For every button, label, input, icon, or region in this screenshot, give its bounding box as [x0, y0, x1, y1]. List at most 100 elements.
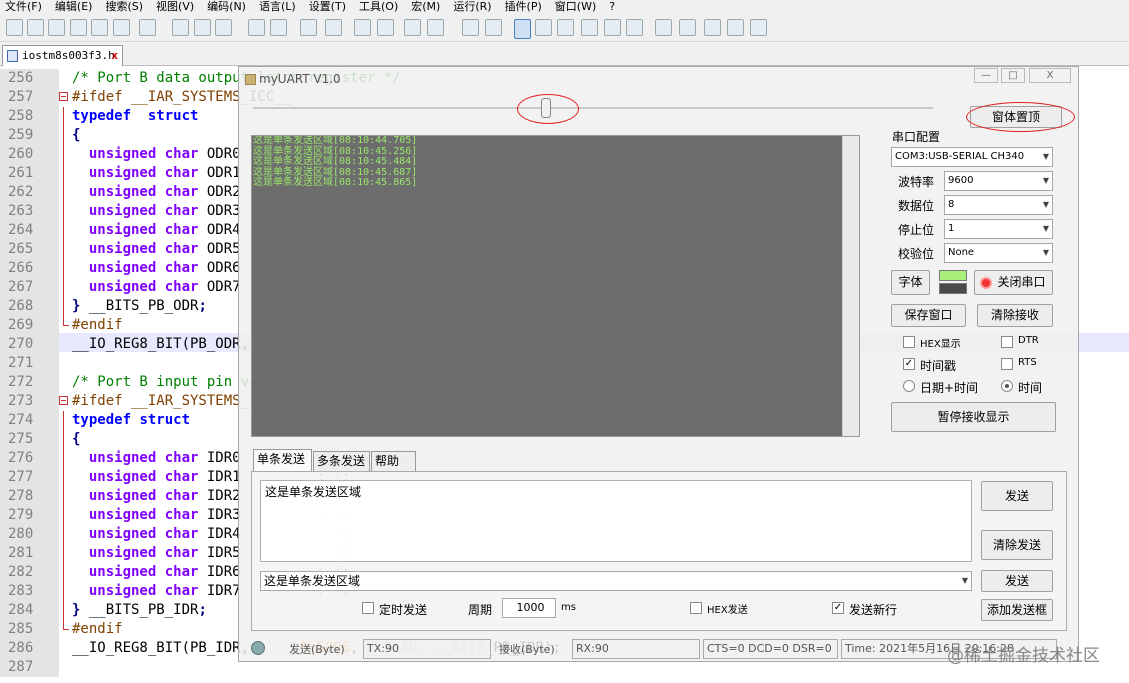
minimize-button[interactable]: —: [974, 68, 998, 83]
dtr-checkbox[interactable]: [1001, 336, 1013, 348]
send-textarea[interactable]: 这是单条发送区域: [260, 480, 972, 562]
menu-item-1[interactable]: 编辑(E): [55, 0, 93, 13]
toolbar-button-icon[interactable]: [514, 19, 531, 39]
menu-item-0[interactable]: 文件(F): [5, 0, 42, 13]
line-number: 269: [0, 316, 59, 335]
toolbar-button-icon[interactable]: [462, 19, 479, 36]
code-line[interactable]: typedef struct: [72, 411, 190, 430]
toolbar-button-icon[interactable]: [377, 19, 394, 36]
period-label: 周期: [468, 603, 493, 617]
time-radio[interactable]: [1001, 380, 1013, 392]
tab-help[interactable]: 帮助: [371, 451, 416, 471]
code-line[interactable]: #endif: [72, 620, 123, 639]
close-port-button[interactable]: 关闭串口: [974, 270, 1053, 295]
clear-send-button[interactable]: 清除发送: [981, 530, 1053, 560]
hex-display-checkbox[interactable]: [903, 336, 915, 348]
databits-select[interactable]: 8 ▼: [944, 195, 1053, 215]
code-line[interactable]: } __BITS_PB_IDR;: [72, 601, 207, 620]
menu-item-11[interactable]: 窗口(W): [555, 0, 596, 13]
code-line[interactable]: #endif: [72, 316, 123, 335]
toolbar-button-icon[interactable]: [581, 19, 598, 36]
background-color-swatch[interactable]: [939, 283, 967, 294]
toolbar-button-icon[interactable]: [139, 19, 156, 36]
toolbar-button-icon[interactable]: [48, 19, 65, 36]
font-button[interactable]: 字体: [891, 270, 930, 295]
menu-item-4[interactable]: 编码(N): [207, 0, 246, 13]
file-tab[interactable]: iostm8s003f3.h x: [2, 45, 123, 66]
clear-receive-button[interactable]: 清除接收: [977, 304, 1053, 327]
toolbar-button-icon[interactable]: [427, 19, 444, 36]
code-token: unsigned: [88, 488, 157, 504]
fold-margin: [59, 601, 70, 620]
baud-value: 9600: [948, 175, 974, 186]
send-newline-checkbox[interactable]: ✓: [832, 602, 844, 614]
toolbar-button-icon[interactable]: [626, 19, 643, 36]
toolbar-button-icon[interactable]: [604, 19, 621, 36]
toolbar-button-icon[interactable]: [679, 19, 696, 36]
timestamp-checkbox[interactable]: ✓: [903, 358, 915, 370]
toolbar-button-icon[interactable]: [172, 19, 189, 36]
toolbar-button-icon[interactable]: [404, 19, 421, 36]
toolbar-button-icon[interactable]: [113, 19, 130, 36]
send-history-select[interactable]: 这是单条发送区域 ▼: [260, 571, 972, 591]
add-send-frame-button[interactable]: 添加发送框: [981, 599, 1053, 621]
toolbar-button-icon[interactable]: [750, 19, 767, 36]
text-color-swatch[interactable]: [939, 270, 967, 281]
menu-item-7[interactable]: 工具(O): [359, 0, 398, 13]
toolbar-button-icon[interactable]: [557, 19, 574, 36]
menu-item-10[interactable]: 插件(P): [505, 0, 542, 13]
fold-toggle-icon[interactable]: [59, 396, 68, 405]
toolbar-button-icon[interactable]: [300, 19, 317, 36]
fold-toggle-icon[interactable]: [59, 92, 68, 101]
send-button[interactable]: 发送: [981, 481, 1053, 511]
toolbar-button-icon[interactable]: [270, 19, 287, 36]
menu-item-12[interactable]: ?: [609, 0, 615, 13]
period-input[interactable]: 1000: [502, 598, 556, 618]
restore-button[interactable]: □: [1001, 68, 1025, 83]
baud-select[interactable]: 9600 ▼: [944, 171, 1053, 191]
close-button[interactable]: X: [1029, 68, 1071, 83]
menu-item-6[interactable]: 设置(T): [309, 0, 346, 13]
menu-item-3[interactable]: 视图(V): [156, 0, 194, 13]
date-time-radio[interactable]: [903, 380, 915, 392]
code-line[interactable]: } __BITS_PB_ODR;: [72, 297, 207, 316]
toolbar-button-icon[interactable]: [70, 19, 87, 36]
toolbar-button-icon[interactable]: [354, 19, 371, 36]
receive-scrollbar[interactable]: [842, 136, 859, 436]
toolbar-button-icon[interactable]: [215, 19, 232, 36]
menu-item-5[interactable]: 语言(L): [259, 0, 296, 13]
code-token: unsigned: [88, 450, 157, 466]
tab-close-icon[interactable]: x: [111, 46, 118, 65]
menu-item-8[interactable]: 宏(M): [411, 0, 440, 13]
receive-area[interactable]: 这是单条发送区域[08:10:44.705] 这是单条发送区域[08:10:45.…: [251, 135, 860, 437]
tab-multi-send[interactable]: 多条发送: [313, 451, 370, 471]
toolbar-button-icon[interactable]: [727, 19, 744, 36]
parity-select[interactable]: None ▼: [944, 243, 1053, 263]
rts-checkbox[interactable]: [1001, 358, 1013, 370]
menu-item-2[interactable]: 搜索(S): [105, 0, 143, 13]
toolbar-button-icon[interactable]: [655, 19, 672, 36]
toolbar-button-icon[interactable]: [194, 19, 211, 36]
toolbar-button-icon[interactable]: [325, 19, 342, 36]
menu-item-9[interactable]: 运行(R): [453, 0, 491, 13]
toolbar-button-icon[interactable]: [91, 19, 108, 36]
code-line[interactable]: {: [72, 430, 80, 449]
send-button-2[interactable]: 发送: [981, 570, 1053, 592]
toolbar-button-icon[interactable]: [27, 19, 44, 36]
toolbar-button-icon[interactable]: [535, 19, 552, 36]
tab-single-send[interactable]: 单条发送: [253, 449, 312, 471]
hex-send-checkbox[interactable]: [690, 602, 702, 614]
toolbar-button-icon[interactable]: [248, 19, 265, 36]
code-line[interactable]: {: [72, 126, 80, 145]
timed-send-checkbox[interactable]: [362, 602, 374, 614]
pause-receive-button[interactable]: 暂停接收显示: [891, 402, 1056, 432]
code-line[interactable]: typedef struct: [72, 107, 198, 126]
toolbar-button-icon[interactable]: [485, 19, 502, 36]
toolbar-button-icon[interactable]: [704, 19, 721, 36]
toolbar-button-icon[interactable]: [6, 19, 23, 36]
stopbits-select[interactable]: 1 ▼: [944, 219, 1053, 239]
port-select[interactable]: COM3:USB-SERIAL CH340 ▼: [891, 147, 1053, 167]
save-window-button[interactable]: 保存窗口: [891, 304, 966, 327]
